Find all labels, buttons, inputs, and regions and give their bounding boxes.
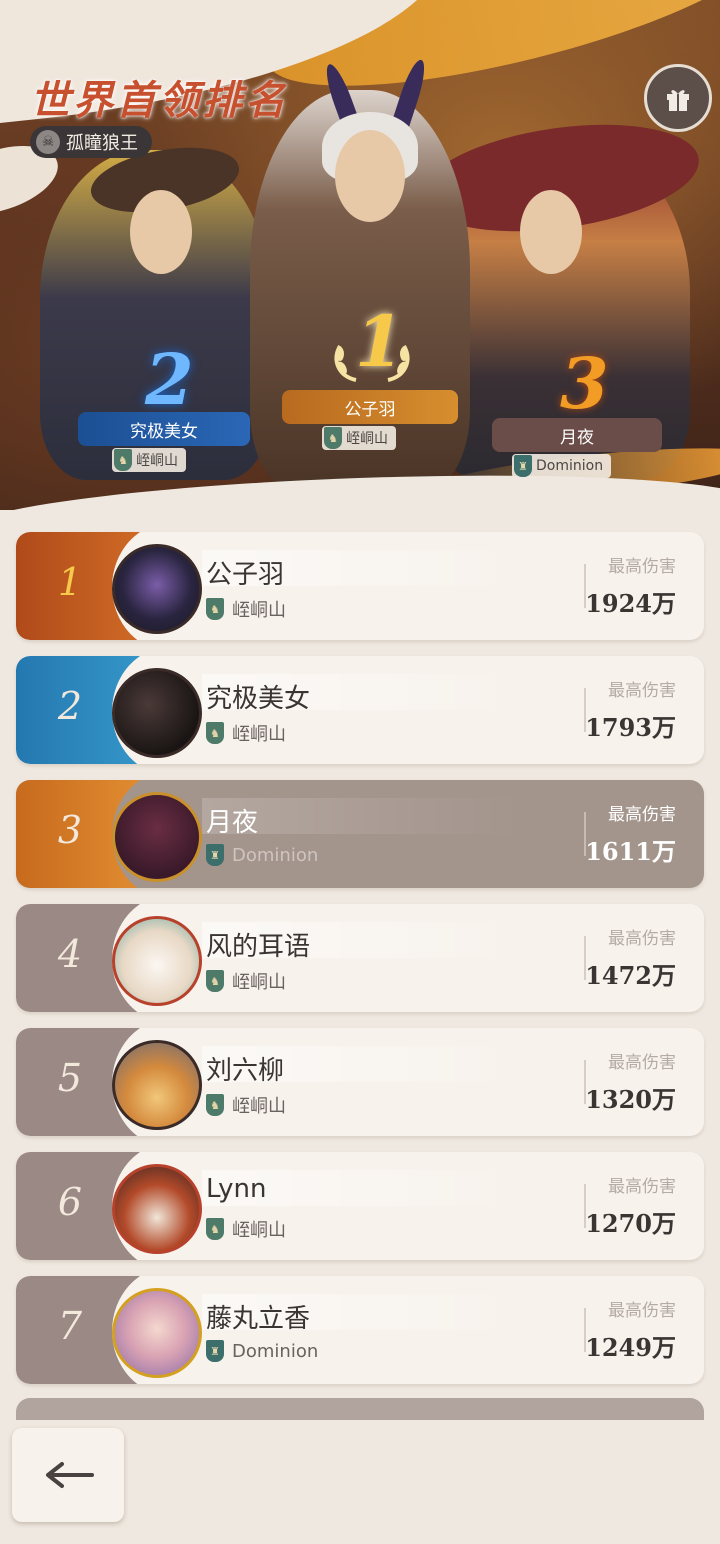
guild-emblem-icon: ♞ bbox=[206, 598, 224, 620]
damage-value: 1320万 bbox=[585, 1085, 676, 1114]
damage-value: 1793万 bbox=[585, 713, 676, 742]
leaderboard-row-current-player[interactable]: 3 月夜 ♜ Dominion 最高伤害 1611万 bbox=[16, 780, 704, 888]
guild-emblem-icon: ♜ bbox=[206, 844, 224, 866]
podium-name-plate-2: 究极美女 bbox=[78, 412, 250, 446]
gift-button[interactable] bbox=[644, 64, 712, 132]
leaderboard-row[interactable]: 4 风的耳语 ♞ 峌峒山 最高伤害 1472万 bbox=[16, 904, 704, 1012]
leaderboard-row[interactable]: 1 公子羽 ♞ 峌峒山 最高伤害 1924万 bbox=[16, 532, 704, 640]
boss-name: 孤瞳狼王 bbox=[66, 133, 138, 154]
damage-value: 1249万 bbox=[585, 1333, 676, 1362]
avatar[interactable] bbox=[112, 1040, 202, 1130]
avatar[interactable] bbox=[112, 792, 202, 882]
player-guild: ♞ 峌峒山 bbox=[206, 596, 286, 622]
back-arrow-icon bbox=[46, 1462, 94, 1488]
player-name: 风的耳语 bbox=[206, 932, 311, 962]
guild-name: Dominion bbox=[232, 1340, 319, 1362]
guild-name: 峌峒山 bbox=[232, 1096, 286, 1117]
avatar[interactable] bbox=[112, 1288, 202, 1378]
stat-label: 最高伤害 bbox=[608, 1053, 676, 1073]
stat-label: 最高伤害 bbox=[608, 805, 676, 825]
leaderboard-row[interactable]: 2 究极美女 ♞ 峌峒山 最高伤害 1793万 bbox=[16, 656, 704, 764]
player-guild: ♜ Dominion bbox=[206, 1340, 318, 1362]
character-head bbox=[130, 190, 192, 274]
boss-badge: ☠ 孤瞳狼王 bbox=[30, 126, 152, 158]
podium-guild-name: 峌峒山 bbox=[346, 431, 388, 447]
character-head bbox=[335, 130, 405, 222]
back-button[interactable] bbox=[12, 1428, 124, 1522]
avatar[interactable] bbox=[112, 916, 202, 1006]
podium-rank-3-number: 3 bbox=[560, 342, 609, 425]
player-name: 究极美女 bbox=[206, 684, 311, 714]
avatar[interactable] bbox=[112, 1164, 202, 1254]
guild-name: 峌峒山 bbox=[232, 724, 286, 745]
player-guild: ♞ 峌峒山 bbox=[206, 1216, 286, 1242]
rank-number: 4 bbox=[57, 932, 83, 976]
player-name: 刘六柳 bbox=[206, 1056, 285, 1086]
gift-icon bbox=[667, 90, 689, 111]
guild-name: 峌峒山 bbox=[232, 972, 286, 993]
podium-guild-tag-3: ♜ Dominion bbox=[512, 454, 612, 478]
leaderboard-row[interactable]: 5 刘六柳 ♞ 峌峒山 最高伤害 1320万 bbox=[16, 1028, 704, 1136]
guild-emblem-icon: ♞ bbox=[206, 970, 224, 992]
stat-label: 最高伤害 bbox=[608, 681, 676, 701]
laurel-icon bbox=[334, 345, 410, 382]
damage-value: 1924万 bbox=[585, 589, 676, 618]
page-title: 世界首领排名 bbox=[30, 77, 288, 124]
guild-emblem-icon: ♞ bbox=[324, 427, 342, 449]
player-name: Lynn bbox=[206, 1174, 267, 1204]
stat-label: 最高伤害 bbox=[608, 929, 676, 949]
wolf-skull-icon: ☠ bbox=[36, 130, 60, 154]
player-name: 月夜 bbox=[206, 808, 259, 838]
rank-number: 2 bbox=[57, 684, 83, 728]
podium-guild-name: 峌峒山 bbox=[136, 453, 178, 469]
player-guild: ♞ 峌峒山 bbox=[206, 1092, 286, 1118]
leaderboard-row-partial[interactable] bbox=[16, 1398, 704, 1420]
rank-number: 5 bbox=[57, 1056, 83, 1100]
rank-number: 7 bbox=[57, 1304, 83, 1348]
guild-emblem-icon: ♞ bbox=[206, 722, 224, 744]
player-name: 公子羽 bbox=[206, 560, 285, 590]
guild-emblem-icon: ♜ bbox=[514, 455, 532, 477]
player-name: 藤丸立香 bbox=[206, 1304, 311, 1334]
podium-rank-2-number: 2 bbox=[145, 338, 194, 421]
guild-emblem-icon: ♞ bbox=[206, 1094, 224, 1116]
podium-guild-tag-2: ♞ 峌峒山 bbox=[112, 448, 186, 472]
rank-number: 6 bbox=[57, 1180, 83, 1224]
podium-hero: 世界首领排名 ☠ 孤瞳狼王 2 1 3 公子羽 究极美女 月夜 ♞ 峌峒山 ♞ … bbox=[0, 0, 720, 510]
character-head bbox=[520, 190, 582, 274]
rank-number: 1 bbox=[57, 560, 83, 604]
stat-label: 最高伤害 bbox=[608, 557, 676, 577]
player-guild: ♞ 峌峒山 bbox=[206, 720, 286, 746]
podium-name-plate-3: 月夜 bbox=[492, 418, 662, 452]
podium-guild-tag-1: ♞ 峌峒山 bbox=[322, 426, 396, 450]
stat-label: 最高伤害 bbox=[608, 1301, 676, 1321]
guild-name: 峌峒山 bbox=[232, 1220, 286, 1241]
damage-value: 1270万 bbox=[585, 1209, 676, 1238]
guild-emblem-icon: ♜ bbox=[206, 1340, 224, 1362]
avatar[interactable] bbox=[112, 544, 202, 634]
player-guild: ♞ 峌峒山 bbox=[206, 968, 286, 994]
leaderboard-row[interactable]: 7 藤丸立香 ♜ Dominion 最高伤害 1249万 bbox=[16, 1276, 704, 1384]
leaderboard-row[interactable]: 6 Lynn ♞ 峌峒山 最高伤害 1270万 bbox=[16, 1152, 704, 1260]
guild-emblem-icon: ♞ bbox=[114, 449, 132, 471]
damage-value: 1611万 bbox=[585, 837, 676, 866]
avatar[interactable] bbox=[112, 668, 202, 758]
guild-name: 峌峒山 bbox=[232, 600, 286, 621]
guild-name: Dominion bbox=[232, 844, 319, 866]
rank-number: 3 bbox=[57, 808, 83, 852]
damage-value: 1472万 bbox=[585, 961, 676, 990]
stat-label: 最高伤害 bbox=[608, 1177, 676, 1197]
podium-guild-name: Dominion bbox=[536, 458, 604, 474]
podium-name-plate-1: 公子羽 bbox=[282, 390, 458, 424]
guild-emblem-icon: ♞ bbox=[206, 1218, 224, 1240]
player-guild: ♜ Dominion bbox=[206, 844, 318, 866]
